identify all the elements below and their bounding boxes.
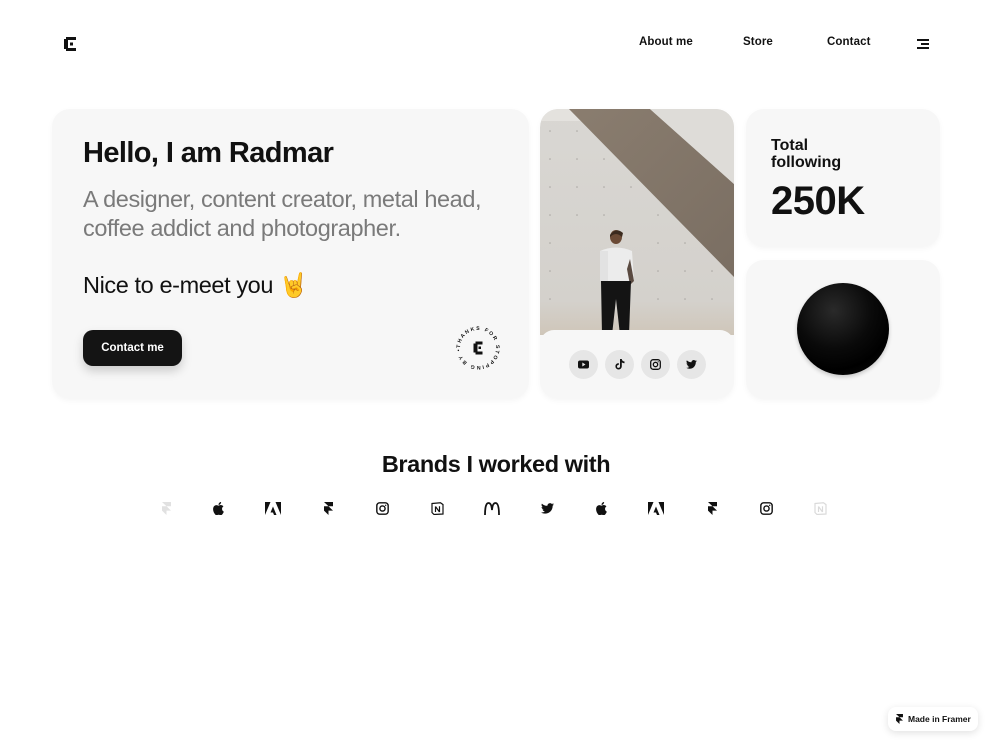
- profile-photo: [540, 109, 734, 335]
- brands-title: Brands I worked with: [381, 451, 611, 477]
- made-in-framer-badge[interactable]: Made in Framer: [888, 707, 978, 731]
- framer-logo-icon: [896, 714, 903, 724]
- apple-logo-icon: [592, 498, 610, 518]
- brands-marquee: [0, 498, 992, 520]
- instagram-logo-icon: [757, 498, 775, 518]
- mcdonalds-logo-icon: [483, 498, 501, 518]
- notion-logo-icon: [811, 498, 829, 518]
- tiktok-button[interactable]: [605, 350, 634, 379]
- orb-card: [746, 260, 940, 399]
- site-header: About me Store Contact: [0, 0, 992, 88]
- profile-photo-card: [540, 109, 734, 399]
- logo-icon[interactable]: [64, 37, 76, 51]
- black-sphere-graphic: [797, 283, 889, 375]
- twitter-icon: [686, 360, 697, 369]
- adobe-logo-icon: [647, 498, 665, 518]
- apple-logo-icon: [209, 498, 227, 518]
- hero-title: Hello, I am Radmar: [83, 137, 334, 169]
- nav-about-me[interactable]: About me: [639, 36, 693, 48]
- tiktok-icon: [614, 359, 624, 370]
- stat-value: 250K: [771, 179, 865, 223]
- social-links-panel: [540, 330, 734, 399]
- instagram-button[interactable]: [641, 350, 670, 379]
- framer-logo-icon: [157, 498, 175, 518]
- total-following-card: Total following 250K: [746, 109, 940, 247]
- stat-label: Total following: [771, 137, 842, 171]
- svg-text:THANKS FOR STOPPING BY •: THANKS FOR STOPPING BY •: [456, 326, 500, 370]
- framer-logo-icon: [319, 498, 337, 518]
- nav-contact[interactable]: Contact: [827, 36, 871, 48]
- youtube-icon: [578, 360, 589, 369]
- contact-me-button[interactable]: Contact me: [83, 330, 182, 366]
- made-in-framer-label: Made in Framer: [908, 714, 971, 724]
- hero-greeting: Nice to e-meet you 🤘: [83, 272, 309, 298]
- menu-icon[interactable]: [916, 38, 929, 49]
- thanks-for-stopping-by-badge: THANKS FOR STOPPING BY •: [456, 326, 500, 370]
- twitter-logo-icon: [538, 498, 556, 518]
- instagram-icon: [650, 359, 661, 370]
- framer-logo-icon: [703, 498, 721, 518]
- notion-logo-icon: [428, 498, 446, 518]
- youtube-button[interactable]: [569, 350, 598, 379]
- instagram-logo-icon: [373, 498, 391, 518]
- hero-subtitle: A designer, content creator, metal head,…: [83, 186, 482, 241]
- nav-store[interactable]: Store: [743, 36, 773, 48]
- adobe-logo-icon: [264, 498, 282, 518]
- badge-logo-icon: [473, 341, 483, 355]
- hero-card: Hello, I am Radmar A designer, content c…: [52, 109, 529, 399]
- twitter-button[interactable]: [677, 350, 706, 379]
